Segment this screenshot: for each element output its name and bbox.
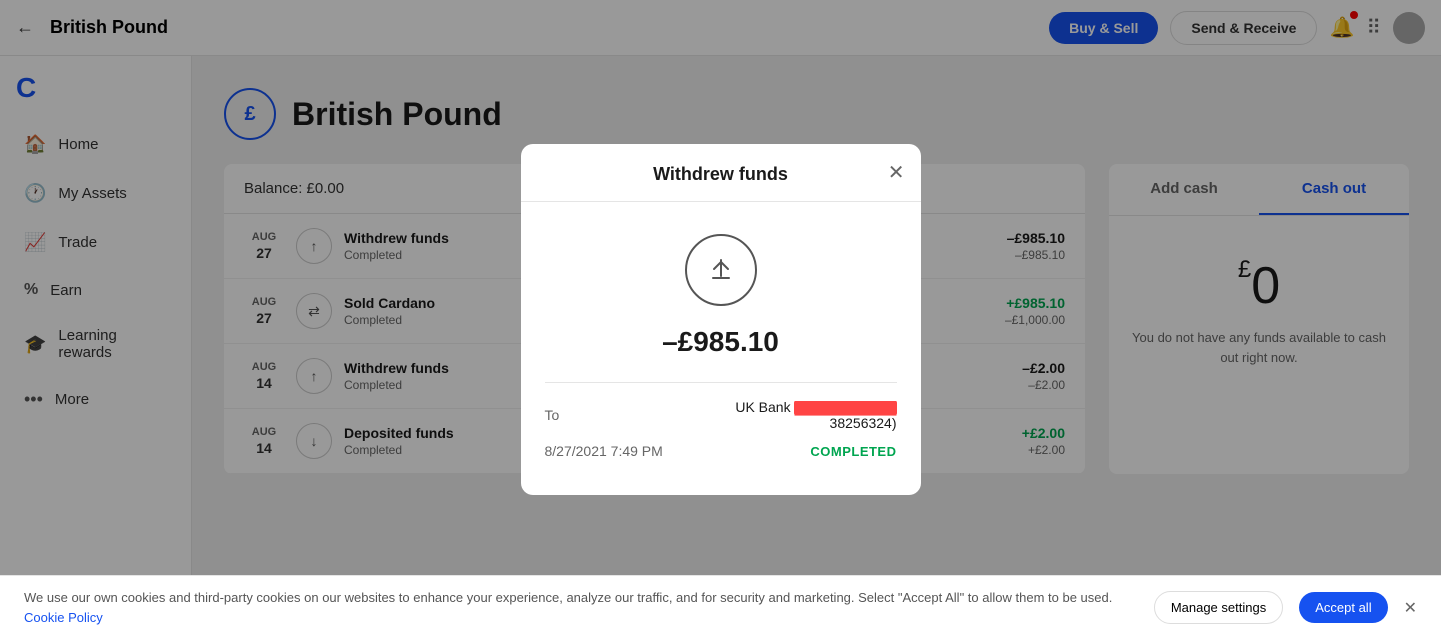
modal-transaction-icon <box>685 234 757 306</box>
modal-detail-to: To UK Bank ████████████38256324) <box>545 399 897 431</box>
cookie-text: We use our own cookies and third-party c… <box>24 588 1138 627</box>
modal: Withdrew funds ✕ –£985.10 To UK Bank ███… <box>521 144 921 495</box>
modal-to-value: UK Bank ████████████38256324) <box>677 399 897 431</box>
manage-settings-button[interactable]: Manage settings <box>1154 591 1283 624</box>
accept-all-button[interactable]: Accept all <box>1299 592 1387 623</box>
modal-close-button[interactable]: ✕ <box>888 163 905 183</box>
modal-status-badge: COMPLETED <box>810 444 896 459</box>
redacted-account: ████████████ <box>794 401 896 415</box>
cookie-policy-link[interactable]: Cookie Policy <box>24 610 103 625</box>
modal-amount: –£985.10 <box>545 326 897 358</box>
cookie-close-button[interactable]: ✕ <box>1404 598 1417 618</box>
modal-divider <box>545 382 897 383</box>
modal-detail-datetime: 8/27/2021 7:49 PM COMPLETED <box>545 443 897 459</box>
modal-icon-area <box>545 234 897 306</box>
modal-header: Withdrew funds ✕ <box>521 144 921 202</box>
modal-body: –£985.10 To UK Bank ████████████38256324… <box>521 202 921 495</box>
modal-overlay[interactable]: Withdrew funds ✕ –£985.10 To UK Bank ███… <box>0 0 1441 639</box>
modal-to-label: To <box>545 407 560 423</box>
modal-datetime: 8/27/2021 7:49 PM <box>545 443 663 459</box>
cookie-banner: We use our own cookies and third-party c… <box>0 575 1441 639</box>
modal-title: Withdrew funds <box>653 164 788 185</box>
